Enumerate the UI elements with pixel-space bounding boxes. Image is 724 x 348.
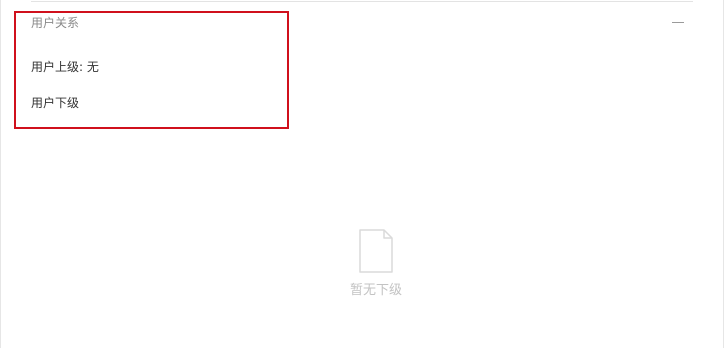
empty-document-icon (359, 229, 393, 273)
top-divider (31, 1, 693, 2)
minus-icon (672, 22, 684, 23)
section-title: 用户关系 (31, 16, 80, 30)
user-relations-panel: 用户关系 用户上级: 无 用户下级 暂无下级 (0, 0, 724, 348)
empty-state: 暂无下级 (321, 228, 431, 299)
collapse-button[interactable] (669, 14, 687, 32)
parent-relation-row: 用户上级: 无 (31, 59, 99, 75)
empty-state-text: 暂无下级 (349, 283, 402, 298)
children-relation-label: 用户下级 (31, 96, 80, 110)
parent-label: 用户上级: (31, 60, 84, 74)
parent-value: 无 (86, 60, 99, 74)
